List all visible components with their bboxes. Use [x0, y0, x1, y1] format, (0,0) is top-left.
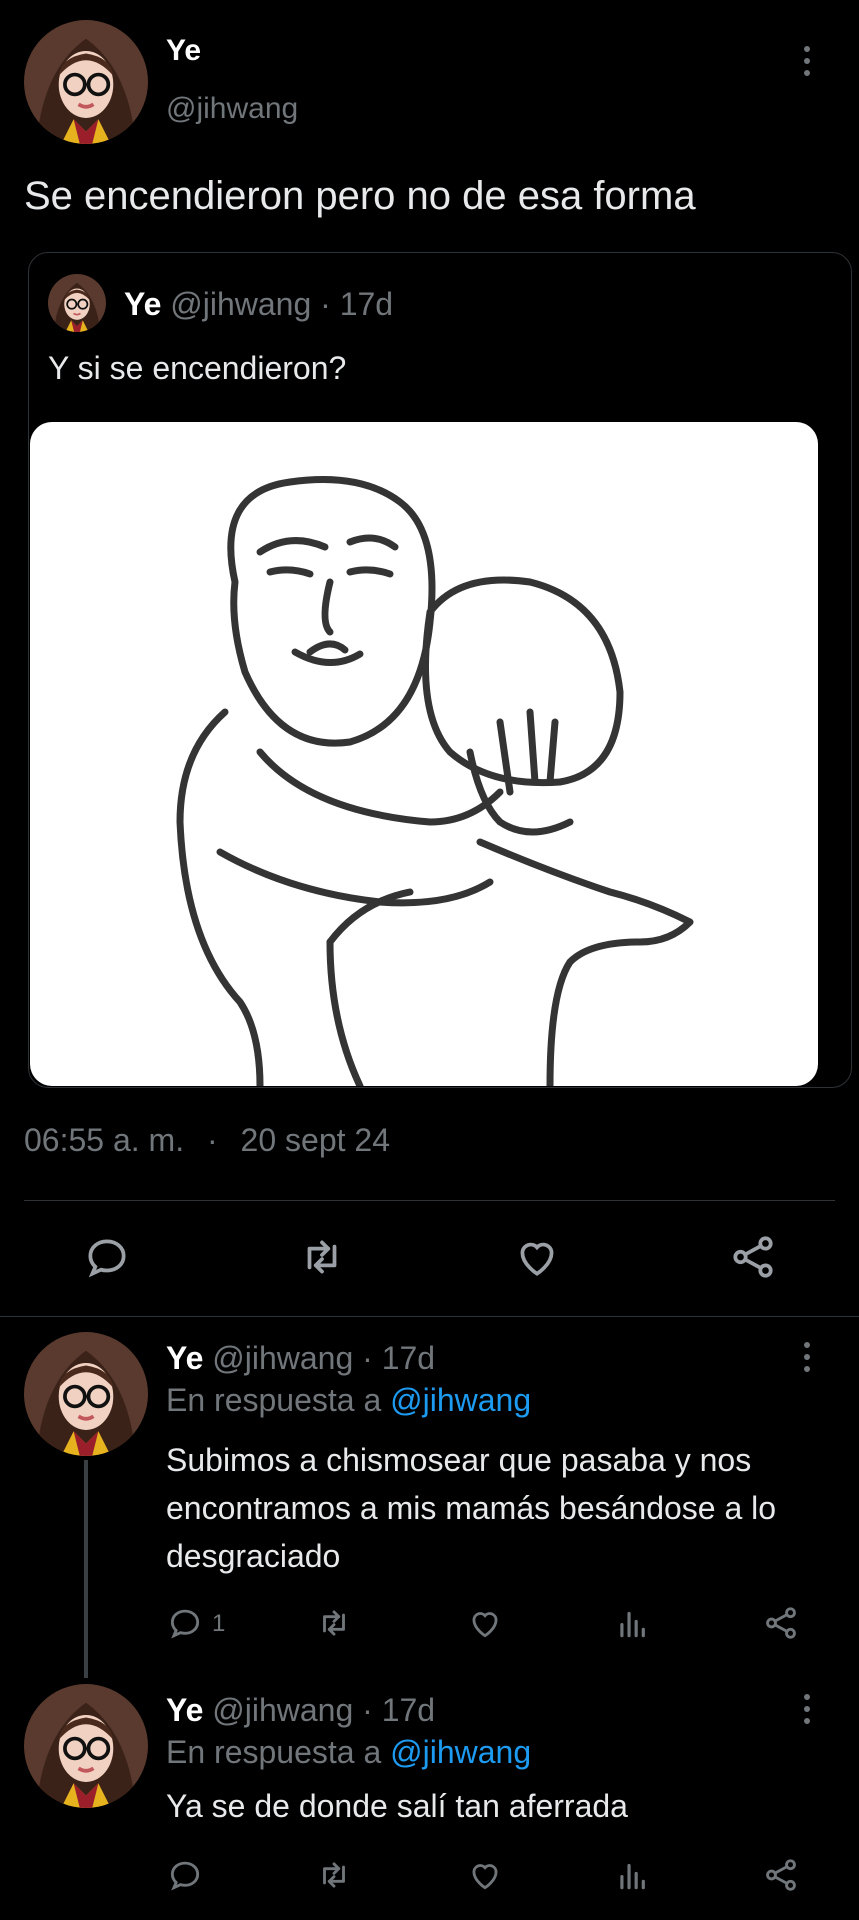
quoted-handle: @jihwang	[170, 286, 312, 322]
quoted-avatar	[48, 274, 106, 332]
time-date-separator: ·	[206, 1122, 218, 1158]
share-icon[interactable]	[762, 1604, 800, 1642]
reply1-text-line: Subimos a chismosear que pasaba y nos	[166, 1442, 752, 1478]
share-icon[interactable]	[762, 1856, 800, 1894]
avatar-image	[24, 20, 148, 144]
heart-icon[interactable]	[466, 1604, 504, 1642]
main-display-name[interactable]: Ye	[166, 34, 201, 68]
reply-icon[interactable]	[166, 1856, 204, 1894]
reply2-age: · 17d	[362, 1692, 436, 1728]
main-more-icon[interactable]	[801, 46, 813, 82]
reply1-handle[interactable]: @jihwang	[212, 1340, 353, 1376]
quoted-age: · 17d	[320, 286, 394, 322]
reply2-reply-to-link[interactable]: @jihwang	[390, 1734, 531, 1770]
reply1-text-line: desgraciado	[166, 1538, 341, 1574]
reply2-avatar[interactable]	[24, 1684, 148, 1808]
main-avatar[interactable]	[24, 20, 148, 144]
reply1-avatar[interactable]	[24, 1332, 148, 1456]
retweet-icon[interactable]	[314, 1856, 354, 1894]
reply-icon[interactable]	[166, 1604, 204, 1642]
share-icon[interactable]	[728, 1232, 778, 1282]
reply2-display-name[interactable]: Ye	[166, 1692, 203, 1728]
avatar-image	[48, 274, 106, 332]
quoted-media-image[interactable]	[30, 422, 818, 1086]
reply2-reply-prefix: En respuesta a	[166, 1734, 382, 1770]
retweet-icon[interactable]	[296, 1232, 348, 1282]
meme-drawing	[176, 476, 694, 1086]
reply1-reply-prefix: En respuesta a	[166, 1382, 382, 1418]
main-divider-top	[24, 1200, 835, 1201]
reply1-text-line: encontramos a mis mamás besándose a lo	[166, 1490, 777, 1526]
main-tweet-text: Se encendieron pero no de esa forma	[24, 174, 696, 218]
views-icon[interactable]	[614, 1856, 652, 1894]
reply1-display-name[interactable]: Ye	[166, 1340, 203, 1376]
main-divider-bottom	[0, 1316, 859, 1317]
reply2-more-icon[interactable]	[801, 1694, 813, 1730]
avatar-image	[24, 1684, 148, 1808]
main-date[interactable]: 20 sept 24	[241, 1122, 390, 1158]
retweet-icon[interactable]	[314, 1604, 354, 1642]
reply1-age: · 17d	[362, 1340, 436, 1376]
quoted-display-name: Ye	[124, 286, 162, 322]
reply1-more-icon[interactable]	[801, 1342, 813, 1378]
avatar-image	[24, 1332, 148, 1456]
reply1-reply-to-link[interactable]: @jihwang	[390, 1382, 531, 1418]
heart-icon[interactable]	[512, 1232, 562, 1282]
reply1-reply-count: 1	[212, 1610, 226, 1637]
reply2-text: Ya se de donde salí tan aferrada	[166, 1788, 628, 1824]
quoted-tweet-text: Y si se encendieron?	[48, 350, 347, 386]
heart-icon[interactable]	[466, 1856, 504, 1894]
reply1-text: Subimos a chismosear que pasaba y nos en…	[166, 1436, 776, 1580]
main-time: 06:55 a. m.	[24, 1122, 185, 1158]
views-icon[interactable]	[614, 1604, 652, 1642]
reply-icon[interactable]	[82, 1232, 132, 1282]
main-handle[interactable]: @jihwang	[166, 92, 298, 126]
thread-line	[84, 1460, 88, 1678]
reply2-handle[interactable]: @jihwang	[212, 1692, 353, 1728]
